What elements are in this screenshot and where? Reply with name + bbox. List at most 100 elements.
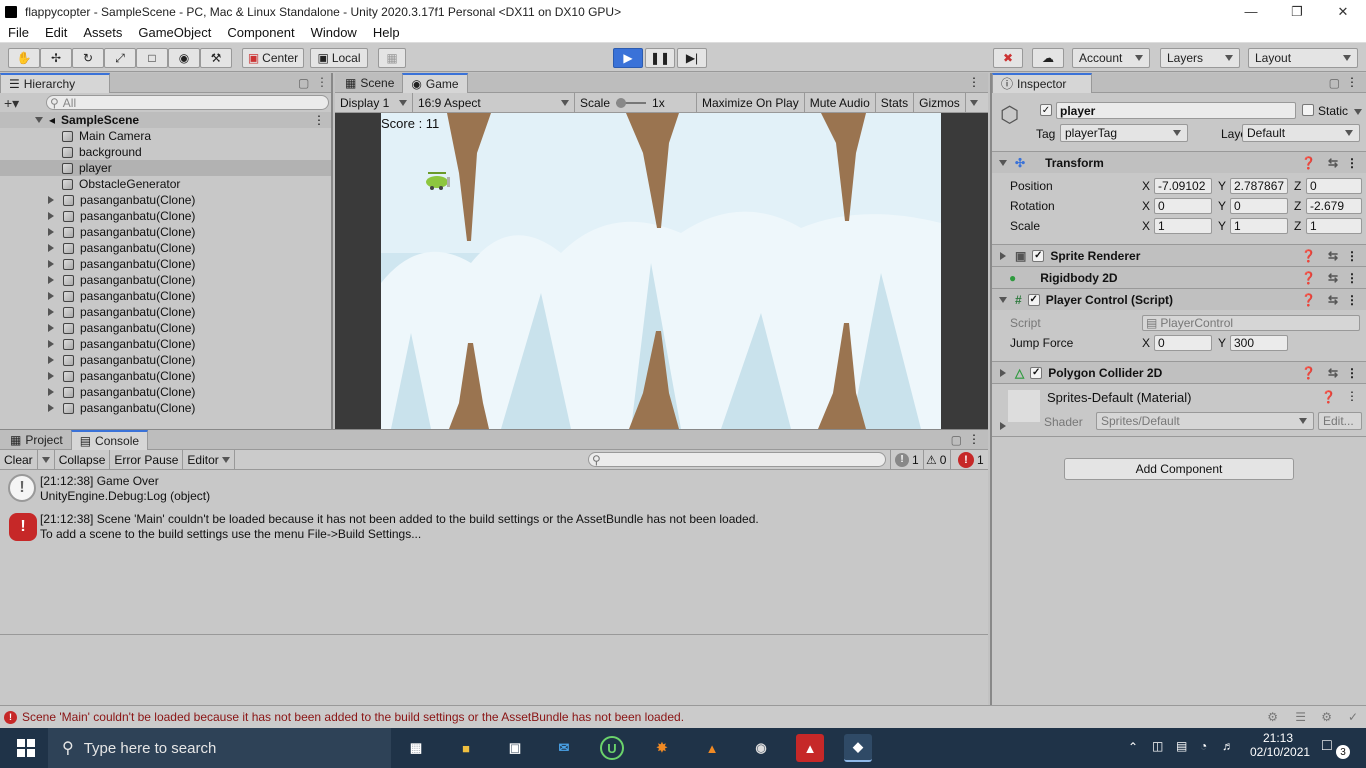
tab-inspector[interactable]: ⓘ Inspector [992,72,1092,93]
scale-slider[interactable]: Scale 1x [575,92,697,113]
tag-dropdown[interactable]: playerTag [1060,124,1188,142]
debug-icon[interactable]: ⚙ [1321,710,1332,724]
console-log-row[interactable]: ! [21:12:38] Scene 'Main' couldn't be lo… [0,510,988,546]
expand-arrow-icon[interactable] [48,308,54,316]
pause-button[interactable]: ❚❚ [645,48,675,68]
scene-row[interactable]: ◂ SampleScene ⋮ [0,112,331,128]
jump-force-x-field[interactable]: 0 [1154,335,1212,351]
more-icon[interactable]: ⋮ [316,75,328,89]
console-search-input[interactable]: ⚲ [588,452,886,467]
expand-arrow-icon[interactable] [48,260,54,268]
volume-icon[interactable]: ♬ [1222,739,1234,753]
xampp-icon[interactable]: ✸ [648,734,676,762]
stats-toggle[interactable]: Stats [876,92,915,113]
list-item[interactable]: Main Camera [0,128,331,144]
layout-dropdown[interactable]: Layout [1248,48,1358,68]
expand-arrow-icon[interactable] [1000,251,1006,260]
hand-tool-icon[interactable]: ✋ [8,48,40,68]
chevron-up-icon[interactable]: ⌃ [1128,740,1138,754]
menu-help[interactable]: Help [365,25,408,40]
rotation-z-field[interactable]: -2.679 [1306,198,1362,214]
grid-snap-icon[interactable]: ▦ [378,48,406,68]
menu-window[interactable]: Window [303,25,365,40]
preset-icon[interactable]: ⇆ [1328,156,1338,170]
more-icon[interactable]: ⋮ [1346,271,1358,285]
polygon-collider-header[interactable]: △ ✓ Polygon Collider 2D ❓ ⇆ ⋮ [992,361,1366,383]
expand-arrow-icon[interactable] [48,404,54,412]
help-icon[interactable]: ❓ [1321,390,1336,404]
maximize-on-play-toggle[interactable]: Maximize On Play [697,92,805,113]
expand-arrow-icon[interactable] [48,356,54,364]
scale-z-field[interactable]: 1 [1306,218,1362,234]
expand-arrow-icon[interactable] [999,296,1007,303]
list-item[interactable]: pasanganbatu(Clone) [0,352,331,368]
gizmos-dropdown[interactable] [966,93,982,113]
minimize-button[interactable]: — [1228,0,1274,23]
pivot-center-button[interactable]: ▣ Center [242,48,304,68]
lock-icon[interactable]: ▢ [298,76,309,90]
list-item[interactable]: pasanganbatu(Clone) [0,272,331,288]
rotation-y-field[interactable]: 0 [1230,198,1288,214]
position-y-field[interactable]: 2.787867 [1230,178,1288,194]
jump-force-y-field[interactable]: 300 [1230,335,1288,351]
list-item[interactable]: pasanganbatu(Clone) [0,208,331,224]
list-item[interactable]: pasanganbatu(Clone) [0,224,331,240]
expand-arrow-icon[interactable] [48,212,54,220]
tab-game[interactable]: ◉ Game [402,72,468,93]
custom-tool-icon[interactable]: ⚒ [200,48,232,68]
rotate-tool-icon[interactable]: ↻ [72,48,104,68]
error-pause-toggle[interactable]: Error Pause [110,449,184,470]
play-button[interactable]: ▶ [613,48,643,68]
more-icon[interactable]: ⋮ [1346,293,1358,307]
help-icon[interactable]: ❓ [1301,156,1316,170]
expand-arrow-icon[interactable] [48,244,54,252]
restore-button[interactable]: ❐ [1274,0,1320,23]
expand-arrow-icon[interactable] [48,324,54,332]
game-viewport[interactable]: Score : 11 [381,113,941,429]
list-item[interactable]: pasanganbatu(Clone) [0,288,331,304]
more-icon[interactable]: ⋮ [1346,156,1358,170]
expand-arrow-icon[interactable] [1000,422,1006,430]
scale-x-field[interactable]: 1 [1154,218,1212,234]
preset-icon[interactable]: ⇆ [1328,271,1338,285]
add-icon[interactable]: +▾ [4,95,19,112]
help-icon[interactable]: ❓ [1301,249,1316,263]
transform-component-header[interactable]: ✣ Transform ❓ ⇆ ⋮ [992,151,1366,173]
expand-arrow-icon[interactable] [1000,368,1006,377]
position-z-field[interactable]: 0 [1306,178,1362,194]
list-item[interactable]: background [0,144,331,160]
tab-hierarchy[interactable]: ☰ Hierarchy [0,72,110,93]
expand-arrow-icon[interactable] [999,159,1007,166]
close-button[interactable]: ✕ [1320,0,1366,23]
mail-icon[interactable]: ✉ [550,734,578,762]
expand-arrow-icon[interactable] [48,340,54,348]
transform-tool-icon[interactable]: ◉ [168,48,200,68]
rotation-x-field[interactable]: 0 [1154,198,1212,214]
menu-file[interactable]: File [0,25,37,40]
expand-arrow-icon[interactable] [48,276,54,284]
menu-assets[interactable]: Assets [75,25,130,40]
list-item[interactable]: pasanganbatu(Clone) [0,384,331,400]
list-item[interactable]: player [0,160,331,176]
task-view-icon[interactable]: ▦ [402,734,430,762]
more-icon[interactable]: ⋮ [968,432,980,446]
component-enabled-checkbox[interactable]: ✓ [1030,366,1043,379]
list-item[interactable]: pasanganbatu(Clone) [0,320,331,336]
shader-dropdown[interactable]: Sprites/Default [1096,412,1314,430]
gizmos-toggle[interactable]: Gizmos [914,92,966,113]
more-icon[interactable]: ⋮ [968,75,980,89]
active-checkbox[interactable]: ✓ [1040,104,1052,116]
expand-arrow-icon[interactable] [48,228,54,236]
shader-edit-button[interactable]: Edit... [1318,412,1362,430]
static-checkbox[interactable] [1302,104,1314,116]
console-log-row[interactable]: ! [21:12:38] Game Over UnityEngine.Debug… [0,472,988,508]
warning-count-toggle[interactable]: ⚠ 0 [922,449,952,470]
scale-y-field[interactable]: 1 [1230,218,1288,234]
position-x-field[interactable]: -7.09102 [1154,178,1212,194]
lock-icon[interactable]: ▢ [1329,76,1340,90]
network-icon[interactable]: ▤ [1176,739,1187,753]
help-icon[interactable]: ❓ [1301,293,1316,307]
scale-thumb[interactable] [616,97,627,108]
more-icon[interactable]: ⋮ [1346,249,1358,263]
expand-arrow-icon[interactable] [48,292,54,300]
